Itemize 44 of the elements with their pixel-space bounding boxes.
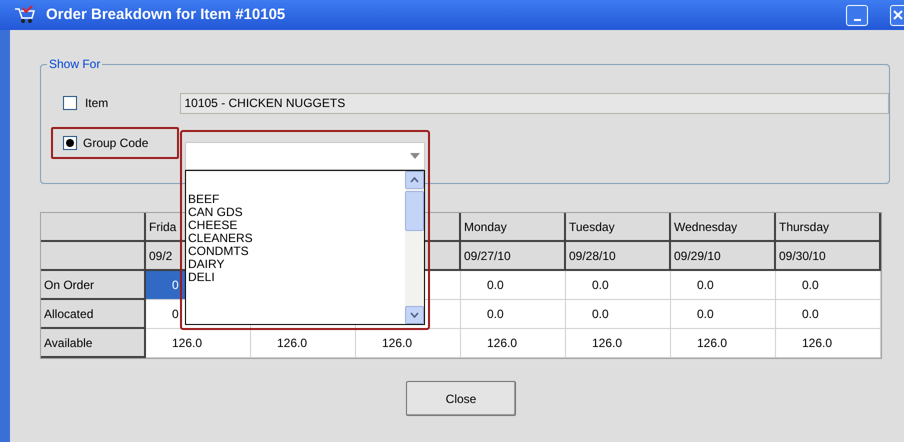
column-header: Tuesday <box>566 213 671 242</box>
table-cell[interactable]: 0.0 <box>461 300 566 329</box>
row-header: On Order <box>41 271 146 300</box>
table-cell[interactable]: 126.0 <box>251 329 356 358</box>
dropdown-arrow-icon <box>410 153 420 159</box>
date-header: 09/30/10 <box>776 242 881 271</box>
column-header: Thursday <box>776 213 881 242</box>
table-cell[interactable]: 0.0 <box>671 271 776 300</box>
option-label: Group Code <box>83 135 148 152</box>
table-cell[interactable]: 0.0 <box>776 271 881 300</box>
table-cell[interactable]: 126.0 <box>461 329 566 358</box>
scroll-thumb[interactable] <box>405 191 424 231</box>
table-cell[interactable]: 0.0 <box>566 300 671 329</box>
date-header: 09/29/10 <box>671 242 776 271</box>
column-header: Wednesday <box>671 213 776 242</box>
window-title: Order Breakdown for Item #10105 <box>46 4 286 25</box>
table-cell[interactable]: 126.0 <box>356 329 461 358</box>
list-item[interactable]: BEEF <box>188 193 405 206</box>
checkbox[interactable] <box>63 96 77 110</box>
table-cell[interactable]: 126.0 <box>776 329 881 358</box>
table-cell[interactable]: 126.0 <box>146 329 251 358</box>
close-button[interactable] <box>890 4 904 26</box>
date-header: 09/27/10 <box>461 242 566 271</box>
table-cell[interactable]: 0.0 <box>566 271 671 300</box>
row-header: Allocated <box>41 300 146 329</box>
scroll-down-icon[interactable] <box>405 306 424 324</box>
option-label: Item <box>84 95 110 112</box>
column-header: Monday <box>461 213 566 242</box>
cart-icon <box>14 6 36 24</box>
table-cell[interactable]: 0.0 <box>776 300 881 329</box>
date-header: 09/28/10 <box>566 242 671 271</box>
table-cell[interactable]: 0.0 <box>461 271 566 300</box>
radio-button[interactable] <box>63 136 77 150</box>
close-button[interactable]: Close <box>406 381 516 416</box>
minimize-button[interactable] <box>846 4 868 26</box>
table-cell[interactable]: 126.0 <box>566 329 671 358</box>
close-icon <box>891 9 903 21</box>
scrollbar[interactable] <box>405 171 424 324</box>
scroll-up-icon[interactable] <box>405 171 424 189</box>
item-field: 10105 - CHICKEN NUGGETS <box>180 92 889 114</box>
row-header: Available <box>41 329 146 358</box>
table-cell[interactable]: 0.0 <box>671 300 776 329</box>
list-item[interactable]: DELI <box>188 271 405 284</box>
table-cell[interactable]: 126.0 <box>671 329 776 358</box>
